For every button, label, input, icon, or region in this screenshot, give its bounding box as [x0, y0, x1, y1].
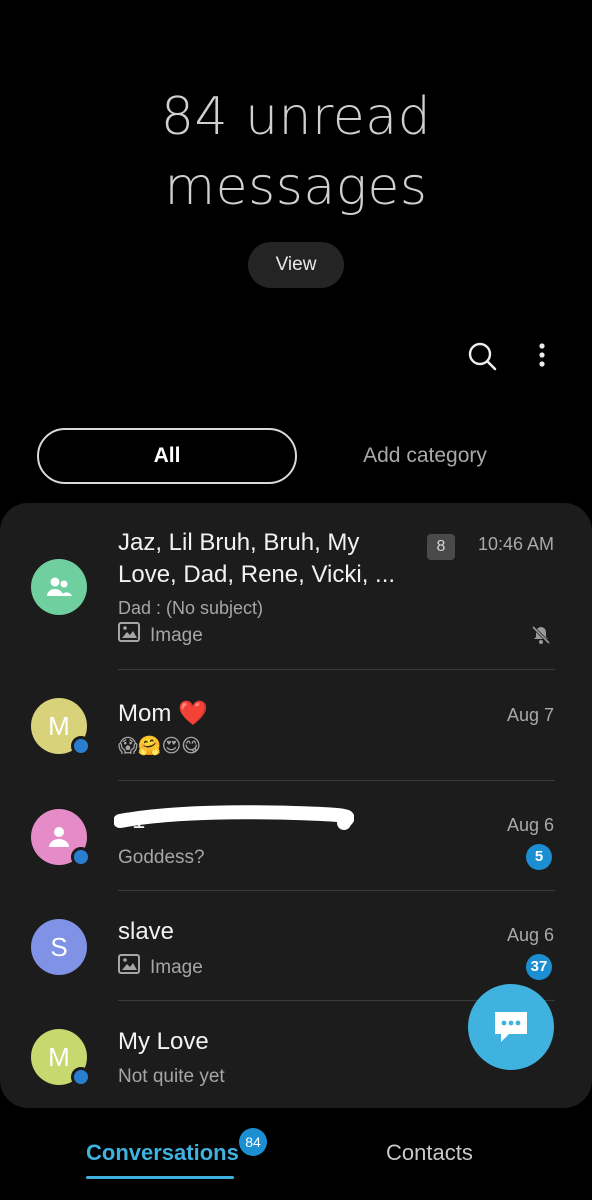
- unread-badge: 37: [526, 954, 552, 980]
- unread-header: 84 unread messages View: [0, 0, 592, 300]
- avatar: S: [31, 919, 87, 975]
- conversation-preview: Not quite yet: [118, 1066, 225, 1087]
- more-options-icon[interactable]: [522, 336, 562, 376]
- conversation-name-line1: Jaz, Lil Bruh, Bruh, My: [118, 529, 360, 556]
- conversation-date: Aug 7: [506, 705, 554, 725]
- chat-bubble-icon: [495, 1012, 527, 1042]
- avatar: [31, 809, 91, 867]
- presence-indicator: [71, 736, 91, 756]
- conversation-name: My Love: [118, 1028, 209, 1055]
- conversations-unread-badge: 84: [239, 1128, 267, 1156]
- tab-add-category[interactable]: Add category: [320, 428, 530, 484]
- avatar-letter: S: [50, 931, 68, 962]
- conversation-name-line2: Love, Dad, Rene, Vicki, ...: [118, 561, 396, 588]
- avatar: M: [31, 1029, 91, 1087]
- unread-badge: 5: [526, 844, 552, 870]
- bottom-navigation: Conversations 84 Contacts: [0, 1108, 592, 1200]
- compose-message-button[interactable]: [468, 984, 554, 1070]
- conversation-preview: Dad : (No subject): [118, 598, 264, 618]
- view-unread-button[interactable]: View: [248, 242, 344, 288]
- presence-indicator: [71, 847, 91, 867]
- conversation-name-text: Mom: [118, 700, 172, 727]
- conversation-preview: Image: [118, 954, 203, 982]
- avatar-letter: M: [48, 1041, 70, 1072]
- muted-bell-icon: [530, 624, 552, 651]
- tab-contacts[interactable]: Contacts: [386, 1140, 473, 1166]
- conversation-date: Aug 6: [506, 925, 554, 945]
- category-tabs: All Add category: [0, 428, 592, 484]
- avatar-letter: M: [48, 710, 70, 741]
- conversation-row-mom[interactable]: M Mom ❤️ Aug 7 😱🤗😍😋: [0, 670, 592, 780]
- active-tab-indicator: [86, 1176, 234, 1179]
- conversation-time: 10:46 AM: [477, 534, 554, 554]
- image-icon: [118, 622, 140, 650]
- conversation-date: Aug 6: [506, 815, 554, 835]
- tab-conversations[interactable]: Conversations: [86, 1140, 239, 1166]
- search-icon[interactable]: [462, 336, 502, 376]
- unread-count-title: 84 unread messages: [0, 82, 592, 222]
- group-icon: [47, 577, 72, 596]
- group-avatar: [31, 559, 87, 615]
- heart-emoji: ❤️: [178, 700, 208, 727]
- conversation-preview: Goddess?: [118, 847, 205, 868]
- unread-title-line2: messages: [164, 157, 428, 217]
- conversation-preview: 😱🤗😍😋: [118, 736, 202, 757]
- image-icon: [118, 954, 140, 982]
- tab-all[interactable]: All: [37, 428, 297, 484]
- participant-count-badge: 8: [427, 534, 455, 560]
- conversation-preview-attachment: Image: [118, 622, 203, 650]
- attachment-label: Image: [150, 957, 203, 979]
- conversation-row-number[interactable]: +1 Aug 6 Goddess? 5: [0, 781, 592, 890]
- conversation-name: Mom ❤️: [118, 698, 208, 730]
- conversation-name: Jaz, Lil Bruh, Bruh, My Love, Dad, Rene,…: [118, 527, 395, 591]
- presence-indicator: [71, 1067, 91, 1087]
- avatar: M: [31, 698, 91, 756]
- unread-title-line1: 84 unread: [160, 87, 432, 147]
- conversation-name: slave: [118, 918, 175, 945]
- redaction-scribble: [113, 803, 355, 842]
- conversation-row-group[interactable]: Jaz, Lil Bruh, Bruh, My Love, Dad, Rene,…: [0, 503, 592, 669]
- person-icon: [49, 827, 69, 847]
- attachment-label: Image: [150, 625, 203, 647]
